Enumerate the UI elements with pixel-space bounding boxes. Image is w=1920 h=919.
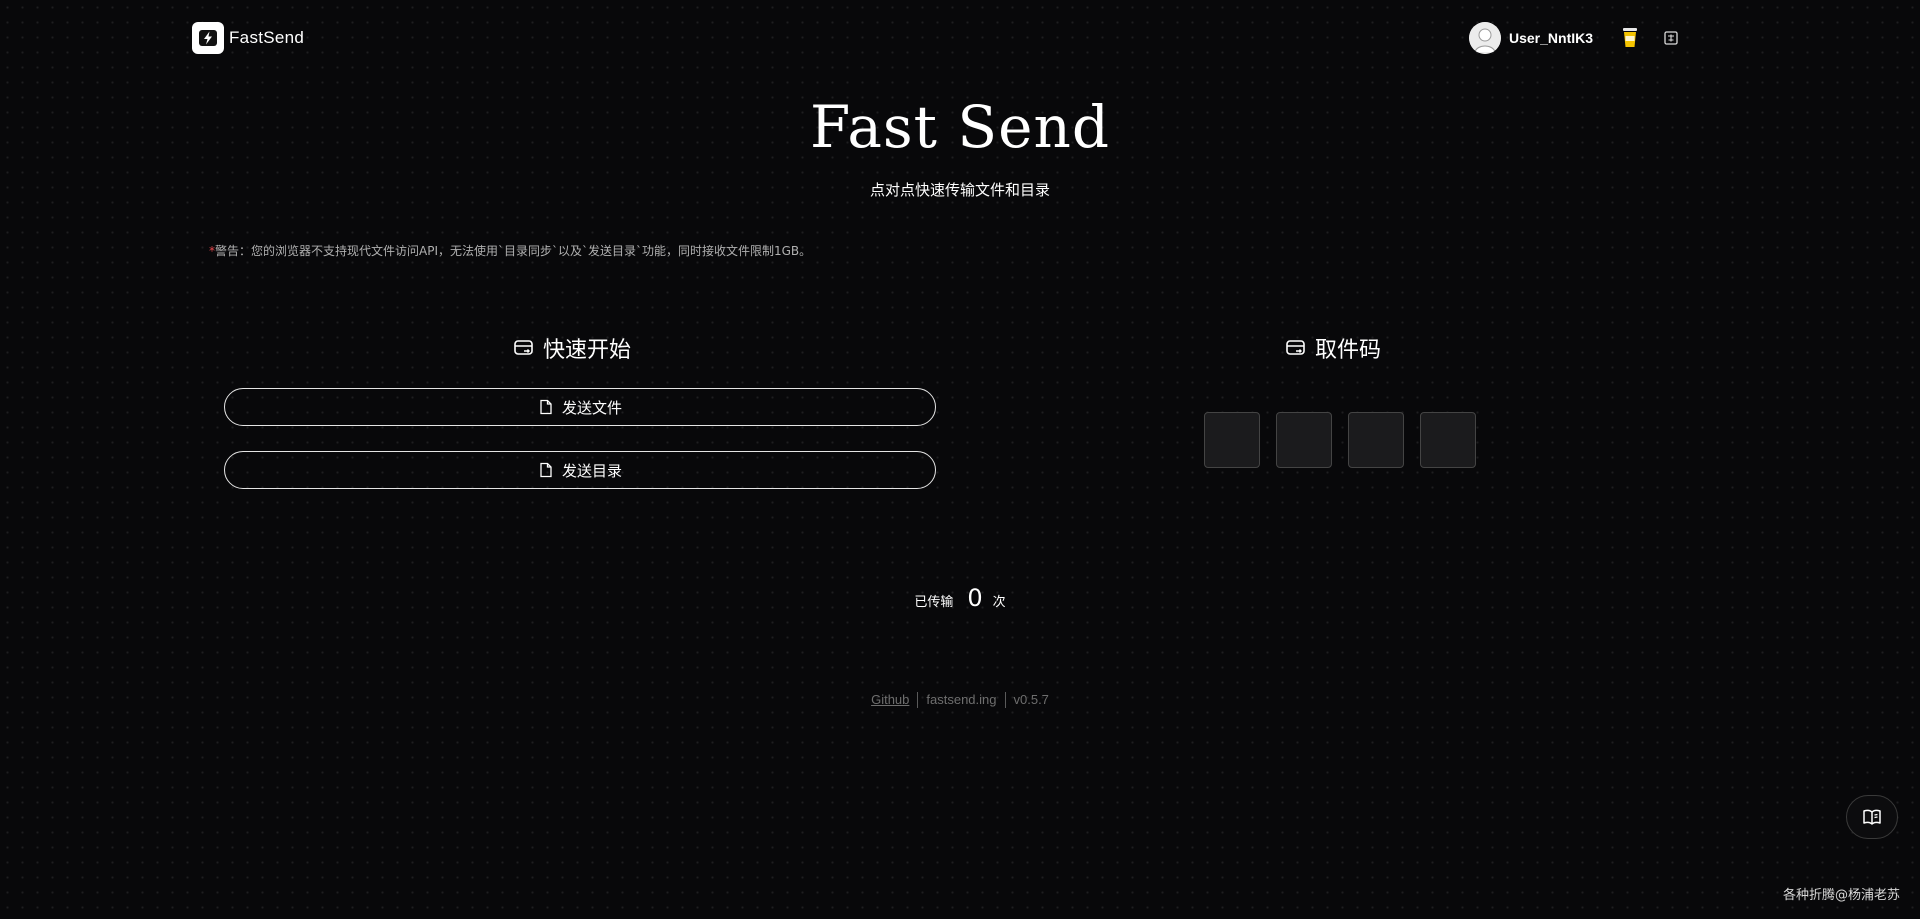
username: User_NntIK3 [1509,30,1594,46]
github-link[interactable]: Github [871,692,909,708]
app-name: FastSend [229,28,305,47]
pickup-code-title: 取件码 [1315,338,1382,363]
quick-start-heading: 快速开始 [513,333,631,363]
footer: Github fastsend.ing v0.5.7 [0,692,1920,708]
warning-text: 警告：您的浏览器不支持现代文件访问API，无法使用`目录同步`以及`发送目录`功… [215,244,812,258]
footer-divider [1004,692,1006,708]
coffee-cup-icon[interactable] [1620,26,1640,50]
transfer-icon [514,340,533,355]
credit-text: 各种折腾@杨浦老苏 [1782,888,1900,903]
footer-domain: fastsend.ing [926,692,997,707]
language-toggle-icon[interactable] [1664,31,1678,45]
page-title: Fast Send [810,93,1110,161]
code-input-2[interactable] [1276,412,1332,468]
avatar [1469,22,1501,54]
transfer-stats: 已传输 0 次 [0,584,1920,612]
send-folder-button[interactable]: 发送目录 [224,451,936,489]
code-input-1[interactable] [1204,412,1260,468]
footer-version: v0.5.7 [1013,692,1049,707]
stats-prefix: 已传输 [914,595,954,610]
send-folder-label: 发送目录 [561,461,622,480]
stats-suffix: 次 [992,595,1006,610]
quick-start-title: 快速开始 [543,338,632,363]
lightning-bolt-icon [192,22,224,54]
page-subtitle: 点对点快速传输文件和目录 [869,181,1050,199]
app-logo[interactable]: FastSend [192,22,304,54]
code-input-3[interactable] [1348,412,1404,468]
stats-count: 0 [967,584,983,612]
send-file-button[interactable]: 发送文件 [224,388,936,426]
browser-warning: *警告：您的浏览器不支持现代文件访问API，无法使用`目录同步`以及`发送目录`… [209,242,811,259]
footer-divider [917,692,919,708]
transfer-icon [1286,340,1305,355]
user-menu[interactable]: User_NntIK3 [1469,22,1593,54]
code-input-4[interactable] [1420,412,1476,468]
book-icon [1863,809,1881,825]
file-icon [540,462,552,478]
pickup-code-heading: 取件码 [1285,333,1381,363]
send-file-label: 发送文件 [561,398,622,417]
file-icon [540,399,552,415]
docs-button[interactable] [1846,795,1898,839]
